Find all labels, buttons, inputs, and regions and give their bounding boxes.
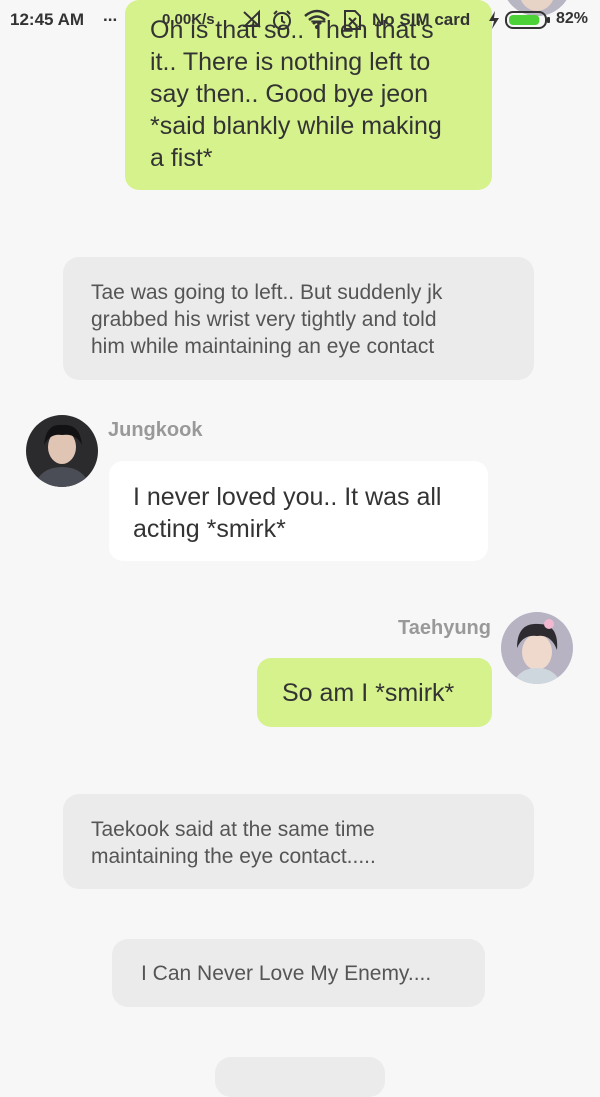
message-bubble-received[interactable]: I never loved you.. It was all acting *s… <box>109 461 488 561</box>
status-time: 12:45 AM <box>10 10 85 29</box>
narration-line: Tae was going to left.. But suddenly jk <box>91 281 443 304</box>
battery-icon <box>505 11 550 29</box>
status-carrier: No SIM card <box>372 10 471 29</box>
message-line: So am I *smirk* <box>282 679 455 707</box>
message-line: a fist* <box>150 144 213 172</box>
wifi-icon <box>304 9 330 29</box>
status-speed: 0.00K/s <box>162 11 215 28</box>
narration-bubble: Tae was going to left.. But suddenly jk … <box>63 257 534 380</box>
message-line: I never loved you.. It was all <box>133 483 442 511</box>
sender-name-jungkook: Jungkook <box>108 419 203 441</box>
avatar-image <box>501 612 573 684</box>
message-line: it.. There is nothing left to <box>150 48 431 76</box>
narration-bubble: Taekook said at the same time maintainin… <box>63 794 534 889</box>
data-off-icon <box>242 9 261 28</box>
message-line: acting *smirk* <box>133 515 286 543</box>
avatar-image <box>26 415 98 487</box>
sender-name-taehyung: Taehyung <box>398 617 491 639</box>
narration-bubble-partial <box>215 1057 385 1097</box>
alarm-icon <box>273 10 291 30</box>
message-bubble-sent[interactable]: So am I *smirk* <box>257 658 492 727</box>
message-line: say then.. Good bye jeon <box>150 80 428 108</box>
status-more: ... <box>103 6 118 25</box>
message-line: *said blankly while making <box>150 112 442 140</box>
status-battery-percent: 82% <box>556 10 589 27</box>
narration-line: I Can Never Love My Enemy.... <box>141 962 432 985</box>
no-sim-icon <box>344 10 361 30</box>
status-bar: 12:45 AM ... 0.00K/s No SIM card 82% <box>0 0 600 40</box>
narration-line: grabbed his wrist very tightly and told <box>91 308 437 331</box>
narration-line: Taekook said at the same time <box>91 818 375 841</box>
jungkook-avatar[interactable] <box>26 415 98 487</box>
narration-bubble: I Can Never Love My Enemy.... <box>112 939 485 1007</box>
narration-line: maintaining the eye contact..... <box>91 845 376 868</box>
charging-icon <box>489 11 499 29</box>
taehyung-avatar[interactable] <box>501 612 573 684</box>
narration-line: him while maintaining an eye contact <box>91 335 435 358</box>
